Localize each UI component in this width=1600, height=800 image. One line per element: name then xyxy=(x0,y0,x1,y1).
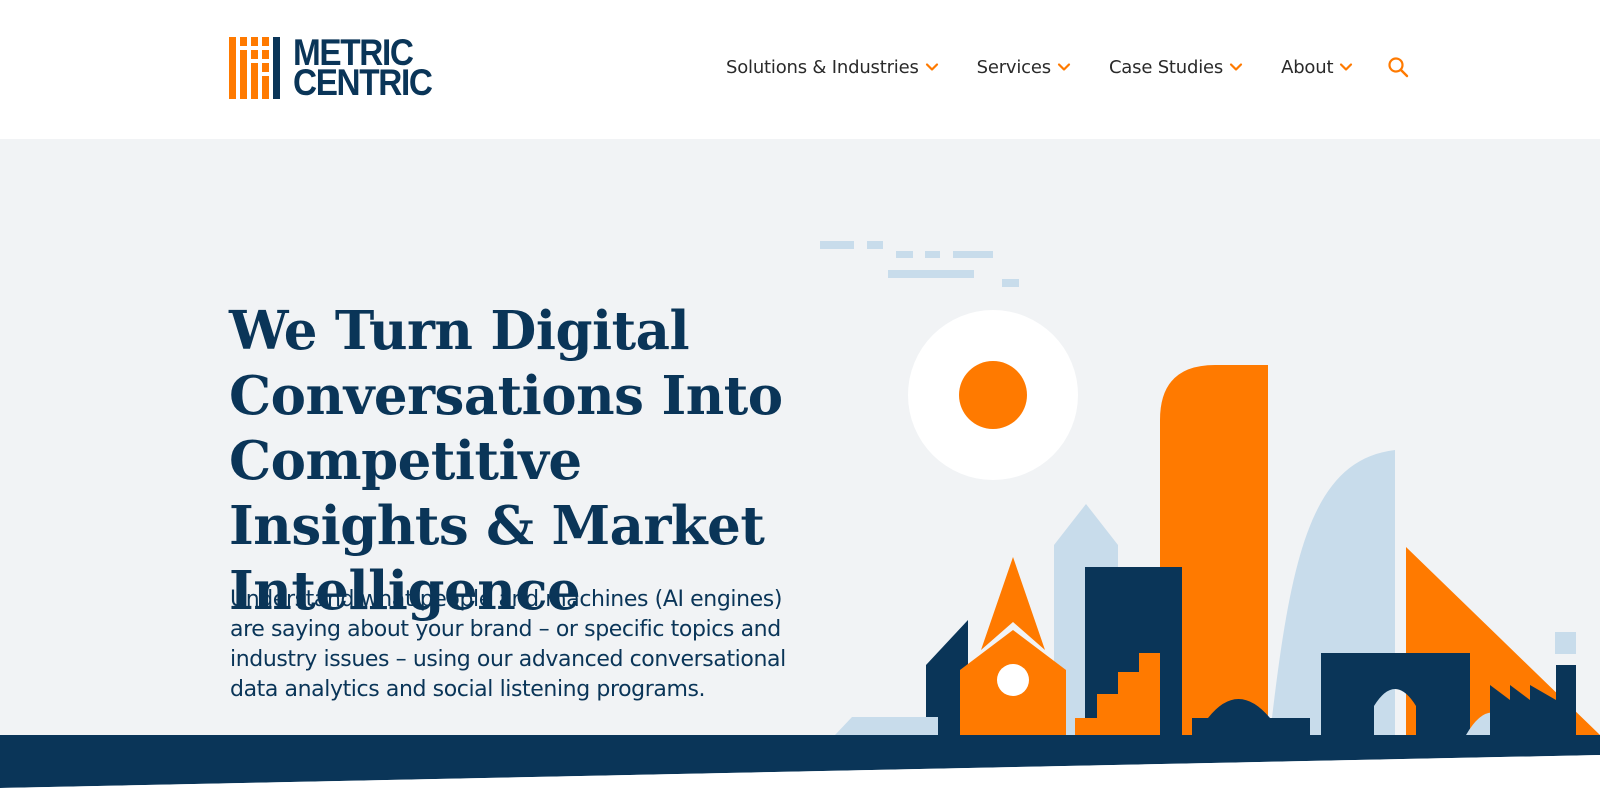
nav-label: Services xyxy=(976,56,1052,78)
navy-ground-band xyxy=(0,735,1600,800)
nav-solutions-industries[interactable]: Solutions & Industries xyxy=(726,57,939,78)
chevron-down-icon xyxy=(925,63,938,71)
nav-services[interactable]: Services xyxy=(977,57,1071,78)
chevron-down-icon xyxy=(1057,63,1071,71)
logo-mark-icon xyxy=(229,37,280,99)
nav-about[interactable]: About xyxy=(1281,57,1353,78)
nav-label: Solutions & Industries xyxy=(726,56,919,78)
nav-label: Case Studies xyxy=(1108,56,1224,78)
logo[interactable]: METRIC CENTRIC xyxy=(229,34,447,103)
chevron-down-icon xyxy=(1229,63,1243,71)
chevron-down-icon xyxy=(1340,63,1353,71)
logo-wordmark: METRIC CENTRIC xyxy=(293,34,433,103)
site-header: METRIC CENTRIC Solutions & Industries Se… xyxy=(0,0,1600,139)
logo-line-2: CENTRIC xyxy=(293,62,433,103)
nav-label: About xyxy=(1281,56,1334,78)
hero-section: We Turn Digital Conversations Into Compe… xyxy=(0,139,1600,800)
nav-case-studies[interactable]: Case Studies xyxy=(1109,57,1243,78)
search-icon[interactable] xyxy=(1387,56,1409,78)
main-nav: Solutions & Industries Services Case Stu… xyxy=(726,56,1409,78)
